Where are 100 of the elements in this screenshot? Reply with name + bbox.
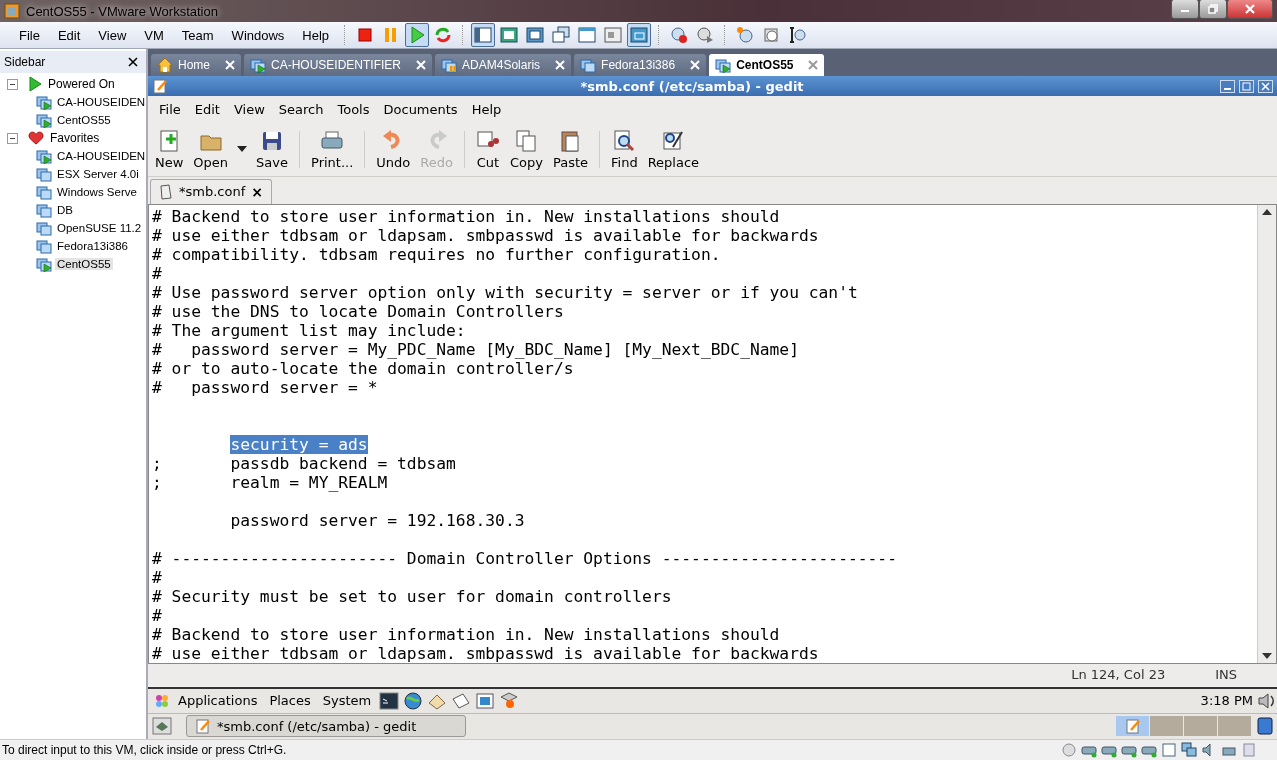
close-icon[interactable]: [128, 57, 138, 67]
fit-window-icon: [525, 25, 546, 45]
status-message: To direct input to this VM, click inside or press Ctrl+G.: [2, 743, 287, 757]
close-tab-button[interactable]: ×: [251, 183, 263, 200]
workspace-switcher-cell[interactable]: [1218, 716, 1251, 737]
tab[interactable]: CentOS55: [709, 54, 825, 77]
menu-item[interactable]: Help: [293, 27, 339, 43]
selected-text: security = ads: [230, 434, 368, 454]
menu-item[interactable]: Search: [271, 101, 331, 117]
cursor-position: Ln 124, Col 23: [1071, 667, 1166, 683]
tree-group-label[interactable]: Powered On: [46, 77, 117, 91]
toolbar-button[interactable]: Open: [188, 123, 234, 176]
tree-item[interactable]: ESX Server 4.0i: [55, 168, 141, 180]
menu-item[interactable]: Documents: [376, 101, 465, 117]
menu-item[interactable]: View: [89, 27, 136, 43]
tree-item[interactable]: Fedora13i386: [55, 240, 130, 252]
sidebar-view-icon: [473, 25, 494, 45]
windows-icon: [551, 25, 572, 45]
code-line: # or to auto-locate the domain controller/s: [152, 358, 574, 378]
find-icon: [612, 128, 637, 153]
picture-icon[interactable]: [475, 691, 496, 711]
toolbar-button[interactable]: Print...: [306, 123, 359, 176]
code-line: #: [152, 605, 163, 625]
speaker-icon[interactable]: [1257, 692, 1277, 710]
panel-menu[interactable]: System: [318, 693, 376, 709]
tree-item[interactable]: CentOS55: [55, 258, 113, 270]
taskbar-button[interactable]: *smb.conf (/etc/samba) - gedit: [186, 715, 466, 738]
clock: 3:18 PM: [1200, 693, 1253, 709]
cd-drive-icon[interactable]: [1061, 742, 1077, 758]
panel-menu[interactable]: Places: [265, 693, 315, 709]
menu-item[interactable]: Edit: [48, 27, 90, 43]
notepad-icon: [1124, 718, 1141, 735]
toolbar-button[interactable]: Copy: [504, 123, 548, 176]
minimize-icon[interactable]: [1220, 79, 1235, 93]
collapse-icon[interactable]: [7, 78, 18, 90]
code-line: # Use password server option only with security = server or if you can't: [152, 282, 859, 302]
menu-item[interactable]: File: [10, 27, 49, 43]
network-icon[interactable]: [1181, 742, 1197, 758]
toolbar-button[interactable]: [471, 23, 496, 47]
globe-icon[interactable]: [403, 691, 424, 711]
scrollbar[interactable]: [1257, 204, 1276, 663]
menu-item[interactable]: Help: [464, 101, 509, 117]
down-arrow-icon[interactable]: [1262, 652, 1272, 659]
tab[interactable]: Fedora13i386: [574, 54, 707, 77]
show-desktop-icon[interactable]: [152, 717, 172, 736]
tree-item[interactable]: OpenSUSE 11.2: [55, 222, 144, 234]
tree-item[interactable]: CentOS55: [55, 114, 113, 126]
workspace-switcher-cell[interactable]: [1184, 716, 1217, 737]
document-tab[interactable]: *smb.conf ×: [150, 178, 272, 204]
tab[interactable]: CA-HOUSEIDENTIFIER: [244, 54, 433, 77]
menu-item[interactable]: View: [226, 101, 272, 117]
close-icon: [1244, 4, 1256, 14]
collapse-icon[interactable]: [7, 132, 18, 144]
toolbar-button[interactable]: Replace: [642, 123, 705, 176]
code-line: # The argument list may include:: [152, 320, 467, 340]
toolbar-button[interactable]: Undo: [371, 123, 416, 176]
notepad-icon: [152, 78, 168, 94]
code-line: #: [152, 263, 163, 283]
code-line: # Backend to store user information in. New installations should: [152, 624, 781, 644]
window-settings-icon: [577, 25, 598, 45]
sidebar-title: Sidebar: [4, 55, 46, 69]
maximize-icon[interactable]: [1239, 79, 1254, 93]
up-arrow-icon[interactable]: [1262, 208, 1272, 215]
toolbar-button[interactable]: Cut: [470, 123, 505, 176]
tree-item[interactable]: DB: [55, 204, 75, 216]
panel-menu[interactable]: Applications: [174, 693, 262, 709]
terminal-icon[interactable]: [379, 691, 400, 711]
menu-item[interactable]: Tools: [330, 101, 377, 117]
close-button[interactable]: [1227, 0, 1273, 19]
code-line: ; realm = MY_REALM: [152, 472, 389, 492]
code-line: # use either tdbsam or ldapsam. smbpasswd is available for backwards: [152, 225, 820, 245]
code-line: # ----------------------- Domain Controller Options ------------------------: [152, 548, 898, 568]
menu-item[interactable]: Windows: [222, 27, 294, 43]
notepad-icon: [195, 718, 211, 735]
code-line: # compatibility. tdbsam requires no further configuration.: [152, 244, 722, 264]
tree-item[interactable]: Windows Serve: [55, 186, 139, 198]
menu-item[interactable]: Edit: [187, 101, 227, 117]
console-icon: [603, 25, 624, 45]
code-line: # use either tdbsam or ldapsam. smbpasswd is available for backwards: [152, 643, 820, 663]
menu-item[interactable]: Team: [172, 27, 223, 43]
workspace-switcher-cell[interactable]: [1150, 716, 1183, 737]
toolbar-button[interactable]: Paste: [547, 123, 594, 176]
tree-group-label[interactable]: Favorites: [48, 131, 102, 145]
code-line: # password server = My_PDC_Name [My_BDC_Name] [My_Next_BDC_Name]: [152, 339, 800, 359]
workspace-switcher-cell[interactable]: [1116, 716, 1149, 737]
maximize-button[interactable]: [1199, 0, 1227, 19]
tab[interactable]: ADAM4Solaris: [435, 54, 572, 77]
code-line: password server = 192.168.30.3: [229, 510, 526, 530]
dropdown-arrow-icon[interactable]: [237, 146, 248, 153]
toolbar-button[interactable]: New: [150, 123, 189, 176]
toolbar-button[interactable]: Find: [606, 123, 643, 176]
menu-item[interactable]: File: [152, 101, 188, 117]
minimize-button[interactable]: [1171, 0, 1199, 19]
new-snapshot-icon: [735, 25, 756, 45]
tree-item[interactable]: CA-HOUSEIDEN: [55, 96, 148, 108]
toolbar-button[interactable]: Save: [251, 123, 293, 176]
menu-item[interactable]: VM: [135, 27, 173, 43]
tree-item[interactable]: CA-HOUSEIDEN: [55, 150, 148, 162]
tab[interactable]: Home: [151, 54, 241, 77]
copy-icon: [514, 128, 539, 153]
